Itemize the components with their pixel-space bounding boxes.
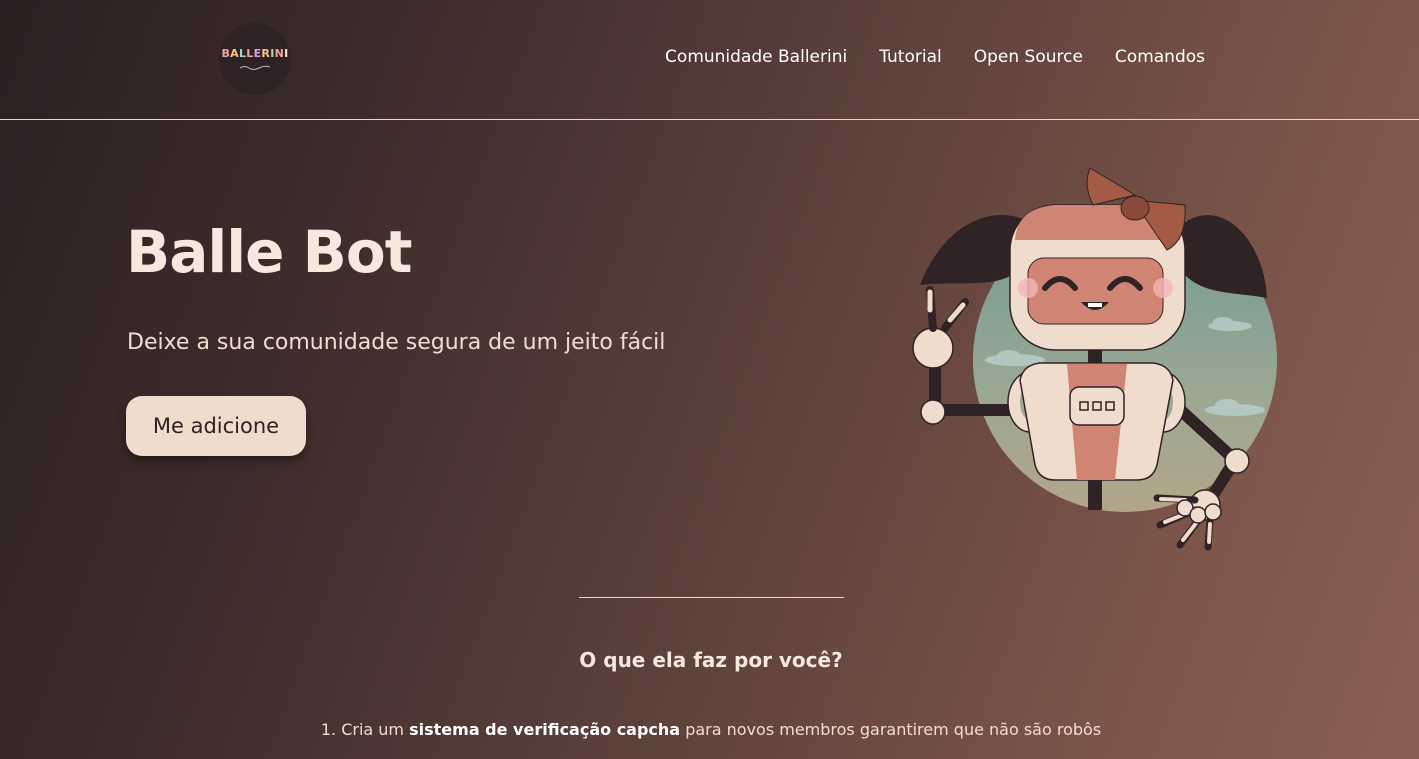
logo-text: BALLERINI [219,47,291,60]
feature-item: 1. Cria um sistema de verificação capcha… [0,720,1419,739]
nav-open-source[interactable]: Open Source [974,47,1083,67]
logo-letter: B [221,47,231,60]
logo-swash-icon [239,65,271,70]
nav-tutorial[interactable]: Tutorial [879,47,942,67]
logo-letter: R [261,47,271,60]
add-bot-button[interactable]: Me adicione [126,396,306,456]
logo-letter: N [274,47,285,60]
feature-number: 1. [320,720,337,739]
main-nav: Comunidade Ballerini Tutorial Open Sourc… [665,47,1205,67]
robot-illustration [912,167,1277,551]
feature-suffix: para novos membros garantirem que não sã… [685,720,1102,739]
site-header: BALLERINI Comunidade Ballerini Tutorial … [0,0,1419,120]
ballerini-logo[interactable]: BALLERINI [219,23,291,95]
features-title: O que ela faz por você? [579,648,843,672]
hero-subtitle: Deixe a sua comunidade segura de um jeit… [127,330,666,355]
nav-comunidade-ballerini[interactable]: Comunidade Ballerini [665,47,847,67]
logo-letter: I [284,47,289,60]
feature-prefix: Cria um [341,720,405,739]
nav-comandos[interactable]: Comandos [1115,47,1205,67]
logo-letter: A [230,47,239,60]
feature-highlight: sistema de verificação capcha [409,720,681,739]
section-divider [579,597,844,598]
hero-title: Balle Bot [126,218,412,286]
logo-letter: L [246,47,254,60]
